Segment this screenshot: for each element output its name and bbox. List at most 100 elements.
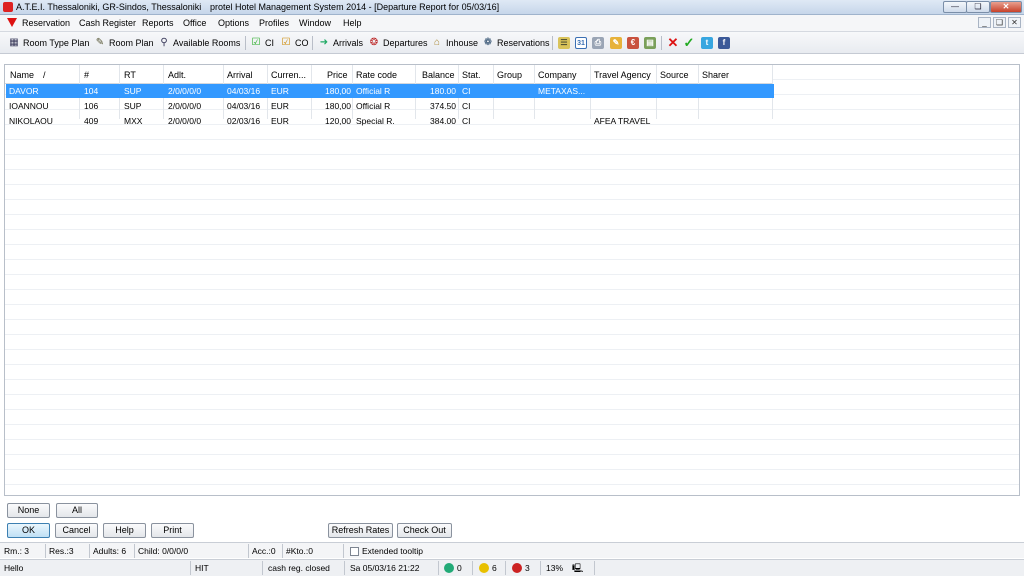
- column-header-balance[interactable]: Balance: [422, 70, 455, 80]
- twitter-icon[interactable]: t: [701, 37, 713, 49]
- edit-icon[interactable]: ✎: [610, 37, 622, 49]
- menu-options[interactable]: Options: [218, 18, 249, 28]
- cell-room-number: 409: [84, 116, 99, 126]
- menu-office[interactable]: Office: [183, 18, 206, 28]
- cell-currency: EUR: [271, 101, 289, 111]
- column-header-status[interactable]: Stat.: [462, 70, 481, 80]
- protel-logo-icon[interactable]: [7, 18, 17, 27]
- column-header-group[interactable]: Group: [497, 70, 522, 80]
- extended-tooltip-checkbox[interactable]: [350, 547, 359, 556]
- cell-price: 180,00: [325, 86, 351, 96]
- menu-window[interactable]: Window: [299, 18, 331, 28]
- facebook-icon[interactable]: f: [718, 37, 730, 49]
- status-counter-1-value: 0: [457, 563, 462, 573]
- indicator-yellow-icon: [479, 563, 489, 573]
- mdi-restore-button[interactable]: ❏: [993, 17, 1006, 28]
- mdi-close-button[interactable]: ✕: [1008, 17, 1021, 28]
- extended-tooltip-label: Extended tooltip: [362, 546, 423, 556]
- report-icon[interactable]: ▤: [644, 37, 656, 49]
- cashier-icon[interactable]: €: [627, 37, 639, 49]
- status-separator: [248, 544, 249, 558]
- column-header-number[interactable]: #: [84, 70, 89, 80]
- mdi-minimize-button[interactable]: _: [978, 17, 991, 28]
- cancel-icon[interactable]: ✕: [667, 36, 679, 49]
- close-window-button[interactable]: ✕: [990, 1, 1022, 13]
- room-type-plan-button[interactable]: ▦ Room Type Plan: [8, 35, 89, 51]
- ok-button[interactable]: OK: [7, 523, 50, 538]
- select-all-button[interactable]: All: [56, 503, 98, 518]
- table-row[interactable]: NIKOLAOU 409 MXX 2/0/0/0/0 02/03/16 EUR …: [6, 114, 774, 128]
- departure-report-grid[interactable]: Name / # RT Adlt. Arrival Curren... Pric…: [4, 64, 1020, 496]
- magnifier-icon: ⚲: [160, 37, 168, 48]
- status-counter-3: 3: [512, 563, 530, 573]
- column-header-travel-agency[interactable]: Travel Agency: [594, 70, 651, 80]
- status-percent: 13%: [546, 563, 564, 573]
- cell-arrival: 04/03/16: [227, 101, 261, 111]
- arrivals-icon: ➜: [319, 37, 329, 48]
- column-header-adults[interactable]: Adlt.: [168, 70, 186, 80]
- cell-name: NIKOLAOU: [9, 116, 53, 126]
- column-header-price[interactable]: Price: [327, 70, 348, 80]
- cell-rate-code: Official R: [356, 101, 391, 111]
- select-none-button[interactable]: None: [7, 503, 50, 518]
- table-row[interactable]: IOANNOU 106 SUP 2/0/0/0/0 04/03/16 EUR 1…: [6, 99, 774, 113]
- confirm-icon[interactable]: ✓: [683, 36, 695, 49]
- table-row[interactable]: DAVOR 104 SUP 2/0/0/0/0 04/03/16 EUR 180…: [6, 84, 774, 98]
- notes-icon[interactable]: ☰: [558, 37, 570, 49]
- status-counter-3-value: 3: [525, 563, 530, 573]
- menu-reports[interactable]: Reports: [142, 18, 174, 28]
- print-icon[interactable]: ⎙: [592, 37, 604, 49]
- departures-button[interactable]: ❂ Departures: [368, 35, 428, 51]
- cell-price: 120,00: [325, 116, 351, 126]
- arrivals-button[interactable]: ➜ Arrivals: [318, 35, 363, 51]
- cell-name: DAVOR: [9, 86, 39, 96]
- reservations-icon: ❁: [483, 37, 493, 48]
- status-separator: [540, 561, 541, 575]
- column-header-company[interactable]: Company: [538, 70, 577, 80]
- check-out-toolbar-button[interactable]: ☑ CO: [280, 35, 309, 51]
- column-header-source[interactable]: Source: [660, 70, 689, 80]
- toolbar-separator: [312, 36, 313, 50]
- print-button[interactable]: Print: [151, 523, 194, 538]
- cell-rate-code: Special R.: [356, 116, 395, 126]
- column-header-sharer[interactable]: Sharer: [702, 70, 729, 80]
- indicator-green-icon: [444, 563, 454, 573]
- cell-room-type: MXX: [124, 116, 143, 126]
- menu-help[interactable]: Help: [343, 18, 362, 28]
- maximize-button[interactable]: ❏: [966, 1, 990, 13]
- cell-status: CI: [462, 101, 471, 111]
- reservations-button[interactable]: ❁ Reservations: [482, 35, 550, 51]
- column-header-rate-code[interactable]: Rate code: [356, 70, 397, 80]
- room-plan-button[interactable]: ✎ Room Plan: [94, 35, 154, 51]
- help-button[interactable]: Help: [103, 523, 146, 538]
- toolbar: ▦ Room Type Plan ✎ Room Plan ⚲ Available…: [0, 32, 1024, 54]
- available-rooms-button[interactable]: ⚲ Available Rooms: [158, 35, 240, 51]
- calendar-icon[interactable]: 31: [575, 37, 587, 49]
- cell-price: 180,00: [325, 101, 351, 111]
- status-separator: [505, 561, 506, 575]
- minimize-button[interactable]: —: [943, 1, 967, 13]
- room-plan-label: Room Plan: [109, 38, 154, 48]
- check-in-button[interactable]: ☑ CI: [250, 35, 274, 51]
- menu-cash-register[interactable]: Cash Register: [79, 18, 136, 28]
- cell-adults: 2/0/0/0/0: [168, 101, 202, 111]
- cancel-button[interactable]: Cancel: [55, 523, 98, 538]
- acc-count: Acc.:0: [252, 546, 276, 556]
- check-out-button[interactable]: Check Out: [397, 523, 452, 538]
- column-header-room-type[interactable]: RT: [124, 70, 136, 80]
- children-count: Child: 0/0/0/0: [138, 546, 189, 556]
- menu-profiles[interactable]: Profiles: [259, 18, 289, 28]
- column-header-name[interactable]: Name: [10, 70, 34, 80]
- cell-arrival: 04/03/16: [227, 86, 261, 96]
- status-separator: [438, 561, 439, 575]
- title-bar: A.T.E.I. Thessaloniki, GR-Sindos, Thessa…: [0, 0, 1024, 15]
- column-header-arrival[interactable]: Arrival: [227, 70, 253, 80]
- reservations-label: Reservations: [497, 38, 550, 48]
- menu-reservation[interactable]: Reservation: [22, 18, 70, 28]
- refresh-rates-button[interactable]: Refresh Rates: [328, 523, 393, 538]
- window-title: protel Hotel Management System 2014 - [D…: [210, 2, 500, 12]
- column-header-currency[interactable]: Curren...: [271, 70, 306, 80]
- inhouse-icon: ⌂: [433, 37, 441, 48]
- inhouse-button[interactable]: ⌂ Inhouse: [431, 35, 478, 51]
- toolbar-separator: [552, 36, 553, 50]
